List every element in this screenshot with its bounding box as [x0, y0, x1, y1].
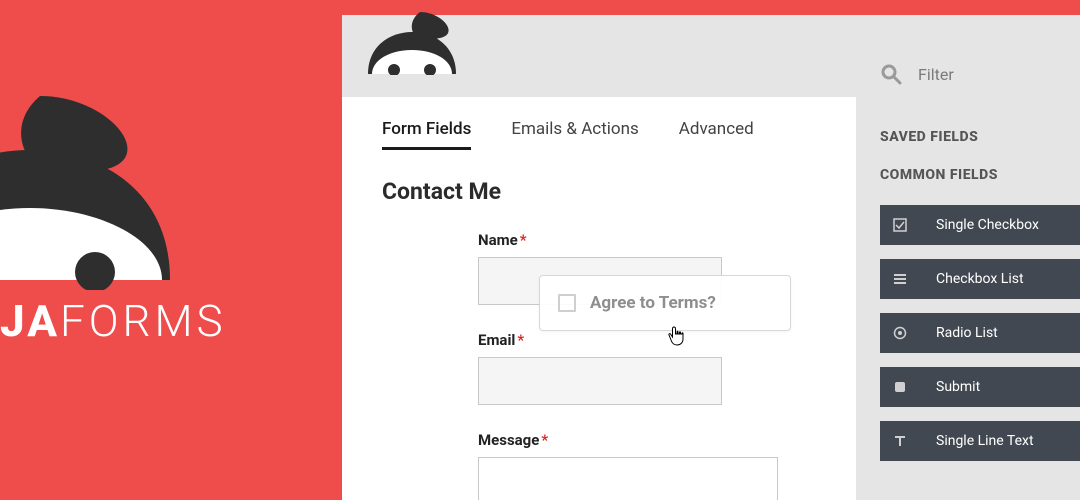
- brand-sidebar: JAFORMS: [0, 0, 342, 500]
- builder-tabs: Form Fields Emails & Actions Advanced: [382, 119, 816, 150]
- label-text: Email: [478, 331, 515, 349]
- square-icon: [892, 379, 908, 395]
- field-item-submit[interactable]: Submit: [880, 367, 1080, 407]
- field-item-label: Single Line Text: [936, 433, 1034, 449]
- field-message-label: Message*: [478, 431, 816, 449]
- filter-row[interactable]: Filter: [880, 63, 1080, 85]
- field-item-label: Radio List: [936, 325, 998, 341]
- field-item-single-line-text[interactable]: Single Line Text: [880, 421, 1080, 461]
- common-fields-list: Single Checkbox Checkbox List Radio List: [880, 205, 1080, 461]
- drag-ghost-agree-to-terms[interactable]: Agree to Terms?: [539, 275, 791, 331]
- tab-form-fields[interactable]: Form Fields: [382, 119, 471, 150]
- checkbox-icon: [892, 217, 908, 233]
- field-message[interactable]: Message*: [478, 431, 816, 500]
- filter-placeholder: Filter: [918, 65, 954, 84]
- label-text: Name: [478, 231, 518, 249]
- fields-sidebar: Filter SAVED FIELDS COMMON FIELDS Single…: [856, 15, 1080, 500]
- cursor-hand-icon: [667, 325, 685, 347]
- field-email-input[interactable]: [478, 357, 722, 405]
- field-email-label: Email*: [478, 331, 816, 349]
- brand-strong: JA: [0, 295, 60, 347]
- saved-fields-heading: SAVED FIELDS: [880, 129, 1080, 145]
- field-item-radio-list[interactable]: Radio List: [880, 313, 1080, 353]
- checkbox-icon: [558, 294, 576, 312]
- text-icon: [892, 433, 908, 449]
- field-email[interactable]: Email*: [478, 331, 816, 405]
- form-canvas[interactable]: Form Fields Emails & Actions Advanced Co…: [342, 97, 856, 500]
- label-text: Message: [478, 431, 539, 449]
- ninja-logo-icon: [0, 90, 200, 290]
- tab-advanced[interactable]: Advanced: [679, 119, 754, 150]
- required-mark: *: [517, 331, 524, 349]
- form-title[interactable]: Contact Me: [382, 178, 816, 205]
- field-name-label: Name*: [478, 231, 816, 249]
- brand-light: FORMS: [60, 295, 227, 347]
- field-item-label: Single Checkbox: [936, 217, 1039, 233]
- common-fields-heading: COMMON FIELDS: [880, 167, 1080, 183]
- required-mark: *: [541, 431, 548, 449]
- field-item-label: Checkbox List: [936, 271, 1024, 287]
- field-item-checkbox-list[interactable]: Checkbox List: [880, 259, 1080, 299]
- tab-emails-actions[interactable]: Emails & Actions: [511, 119, 638, 150]
- ninja-mini-logo-icon: [362, 10, 462, 75]
- search-icon: [880, 63, 902, 85]
- brand-wordmark: JAFORMS: [0, 295, 227, 347]
- field-item-single-checkbox[interactable]: Single Checkbox: [880, 205, 1080, 245]
- list-icon: [892, 271, 908, 287]
- field-message-textarea[interactable]: [478, 457, 778, 500]
- field-item-label: Submit: [936, 379, 980, 395]
- form-builder: Form Fields Emails & Actions Advanced Co…: [342, 15, 856, 500]
- radio-icon: [892, 325, 908, 341]
- required-mark: *: [520, 231, 527, 249]
- drag-ghost-label: Agree to Terms?: [590, 293, 716, 313]
